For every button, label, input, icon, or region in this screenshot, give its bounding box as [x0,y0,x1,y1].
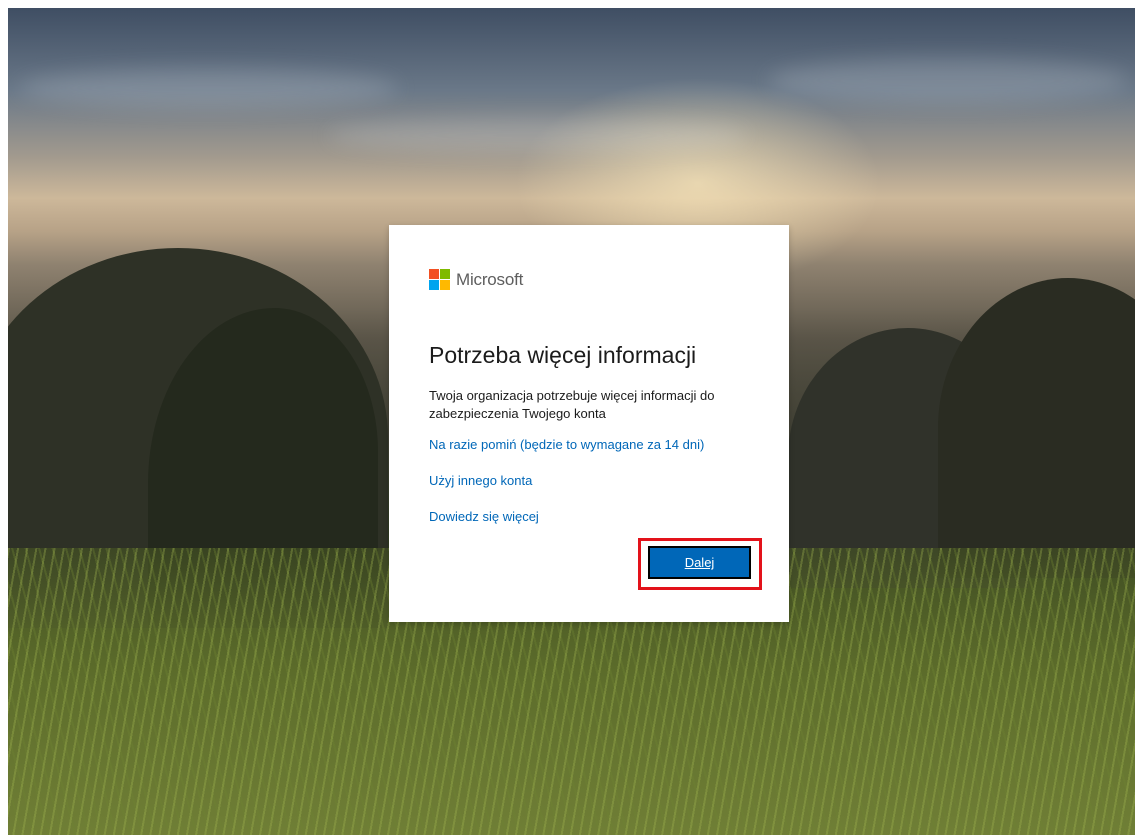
learn-more-link[interactable]: Dowiedz się więcej [429,509,539,524]
logo-red-square [429,269,439,279]
cloud [18,68,398,108]
brand: Microsoft [429,269,523,290]
brand-name: Microsoft [456,269,524,289]
description-text: Twoja organizacja potrzebuje więcej info… [429,388,715,421]
microsoft-logo-icon [429,269,450,290]
page-title: Potrzeba więcej informacji [429,342,697,368]
skip-for-now-link[interactable]: Na razie pomiń (będzie to wymagane za 14… [429,437,704,452]
use-another-account-link[interactable]: Użyj innego konta [429,473,532,488]
cloud [768,58,1128,103]
cloud [328,118,748,153]
logo-green-square [440,269,450,279]
logo-yellow-square [440,280,450,290]
logo-blue-square [429,280,439,290]
next-button[interactable]: Dalej [648,546,751,579]
